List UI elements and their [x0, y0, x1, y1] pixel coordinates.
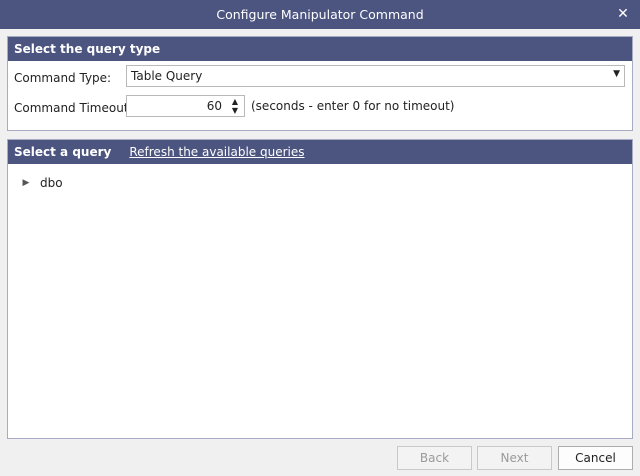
stepper-arrows[interactable]: ▲ ▼	[229, 97, 241, 115]
cancel-button[interactable]: Cancel	[558, 446, 633, 470]
query-type-title: Select the query type	[14, 42, 161, 56]
query-type-panel: Select the query type Command Type: Tabl…	[7, 36, 633, 131]
tree-node-dbo[interactable]: ▶ dbo	[20, 176, 63, 190]
command-timeout-stepper[interactable]: 60 ▲ ▼	[126, 95, 245, 117]
command-timeout-row: Command Timeout:	[14, 101, 133, 115]
next-button-label: Next	[500, 451, 529, 465]
back-button-label: Back	[419, 451, 450, 465]
cancel-button-label: Cancel	[575, 451, 616, 465]
expand-arrow-icon[interactable]: ▶	[20, 177, 32, 189]
command-type-value: Table Query	[131, 69, 203, 83]
stepper-up-icon[interactable]: ▲	[232, 97, 238, 106]
command-type-row: Command Type:	[14, 71, 111, 85]
command-type-label: Command Type:	[14, 71, 112, 85]
window-title: Configure Manipulator Command	[216, 7, 424, 22]
refresh-queries-link[interactable]: Refresh the available queries	[129, 145, 304, 159]
query-select-title: Select a query	[14, 145, 112, 159]
timeout-hint: (seconds - enter 0 for no timeout)	[251, 99, 455, 113]
query-type-header: Select the query type	[8, 37, 632, 61]
back-button[interactable]: Back	[397, 446, 472, 470]
next-button[interactable]: Next	[477, 446, 552, 470]
query-select-panel: Select a query Refresh the available que…	[7, 139, 633, 439]
command-timeout-value[interactable]: 60	[207, 99, 222, 113]
command-timeout-label: Command Timeout:	[14, 101, 133, 115]
query-select-header: Select a query Refresh the available que…	[8, 140, 632, 164]
stepper-down-icon[interactable]: ▼	[232, 106, 238, 115]
tree-node-label[interactable]: dbo	[40, 176, 63, 190]
title-bar: Configure Manipulator Command ✕	[0, 0, 640, 29]
command-type-select[interactable]: Table Query ▼	[126, 65, 625, 87]
close-icon[interactable]: ✕	[614, 5, 632, 23]
dropdown-arrow-icon[interactable]: ▼	[613, 69, 620, 79]
